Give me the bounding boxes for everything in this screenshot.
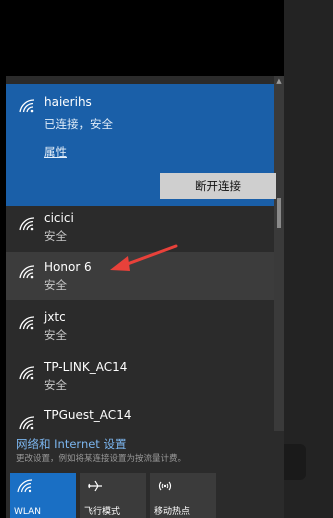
wifi-icon: [19, 416, 35, 430]
network-settings-link[interactable]: 网络和 Internet 设置: [16, 436, 126, 452]
network-settings-description: 更改设置，例如将某连接设置为按流量计费。: [16, 454, 187, 464]
wifi-icon: [19, 316, 35, 330]
network-status: 安全: [44, 278, 67, 292]
wifi-icon: [19, 265, 35, 279]
network-item-tpguest-ac14[interactable]: TPGuest_AC14: [6, 402, 274, 432]
scrollbar[interactable]: ▲: [274, 76, 284, 431]
tile-label: WLAN: [14, 507, 42, 517]
network-status: 安全: [44, 328, 67, 342]
network-name: Honor 6: [44, 260, 92, 274]
network-name: TPGuest_AC14: [44, 408, 132, 422]
network-name: haierihs: [44, 95, 92, 109]
wifi-icon: [19, 99, 35, 113]
background-window: [266, 0, 333, 518]
network-name: jxtc: [44, 310, 66, 324]
network-item-jxtc[interactable]: jxtc 安全: [6, 302, 274, 348]
disconnect-button[interactable]: 断开连接: [160, 173, 276, 199]
airplane-mode-tile[interactable]: 飞行模式: [80, 473, 146, 518]
scroll-up-icon[interactable]: ▲: [274, 76, 284, 86]
network-status: 安全: [44, 229, 67, 243]
wlan-toggle-tile[interactable]: WLAN: [10, 473, 76, 518]
tile-label: 飞行模式: [84, 507, 121, 517]
hotspot-icon: [158, 481, 172, 491]
airplane-icon: [88, 480, 102, 492]
network-status: 已连接，安全: [44, 117, 113, 131]
network-item-tp-link-ac14[interactable]: TP-LINK_AC14 安全: [6, 352, 274, 398]
wifi-icon: [17, 479, 33, 493]
network-name: TP-LINK_AC14: [44, 360, 128, 374]
tile-label: 移动热点: [154, 507, 191, 517]
mobile-hotspot-tile[interactable]: 移动热点: [150, 473, 216, 518]
wifi-icon: [19, 366, 35, 380]
properties-link[interactable]: 属性: [44, 144, 67, 160]
network-item-haierihs[interactable]: haierihs 已连接，安全 属性 断开连接: [6, 84, 276, 206]
network-status: 安全: [44, 378, 67, 392]
scrollbar-thumb[interactable]: [277, 198, 281, 228]
annotation-arrow-icon: [110, 244, 178, 271]
network-name: cicici: [44, 211, 74, 225]
wifi-icon: [19, 217, 35, 231]
